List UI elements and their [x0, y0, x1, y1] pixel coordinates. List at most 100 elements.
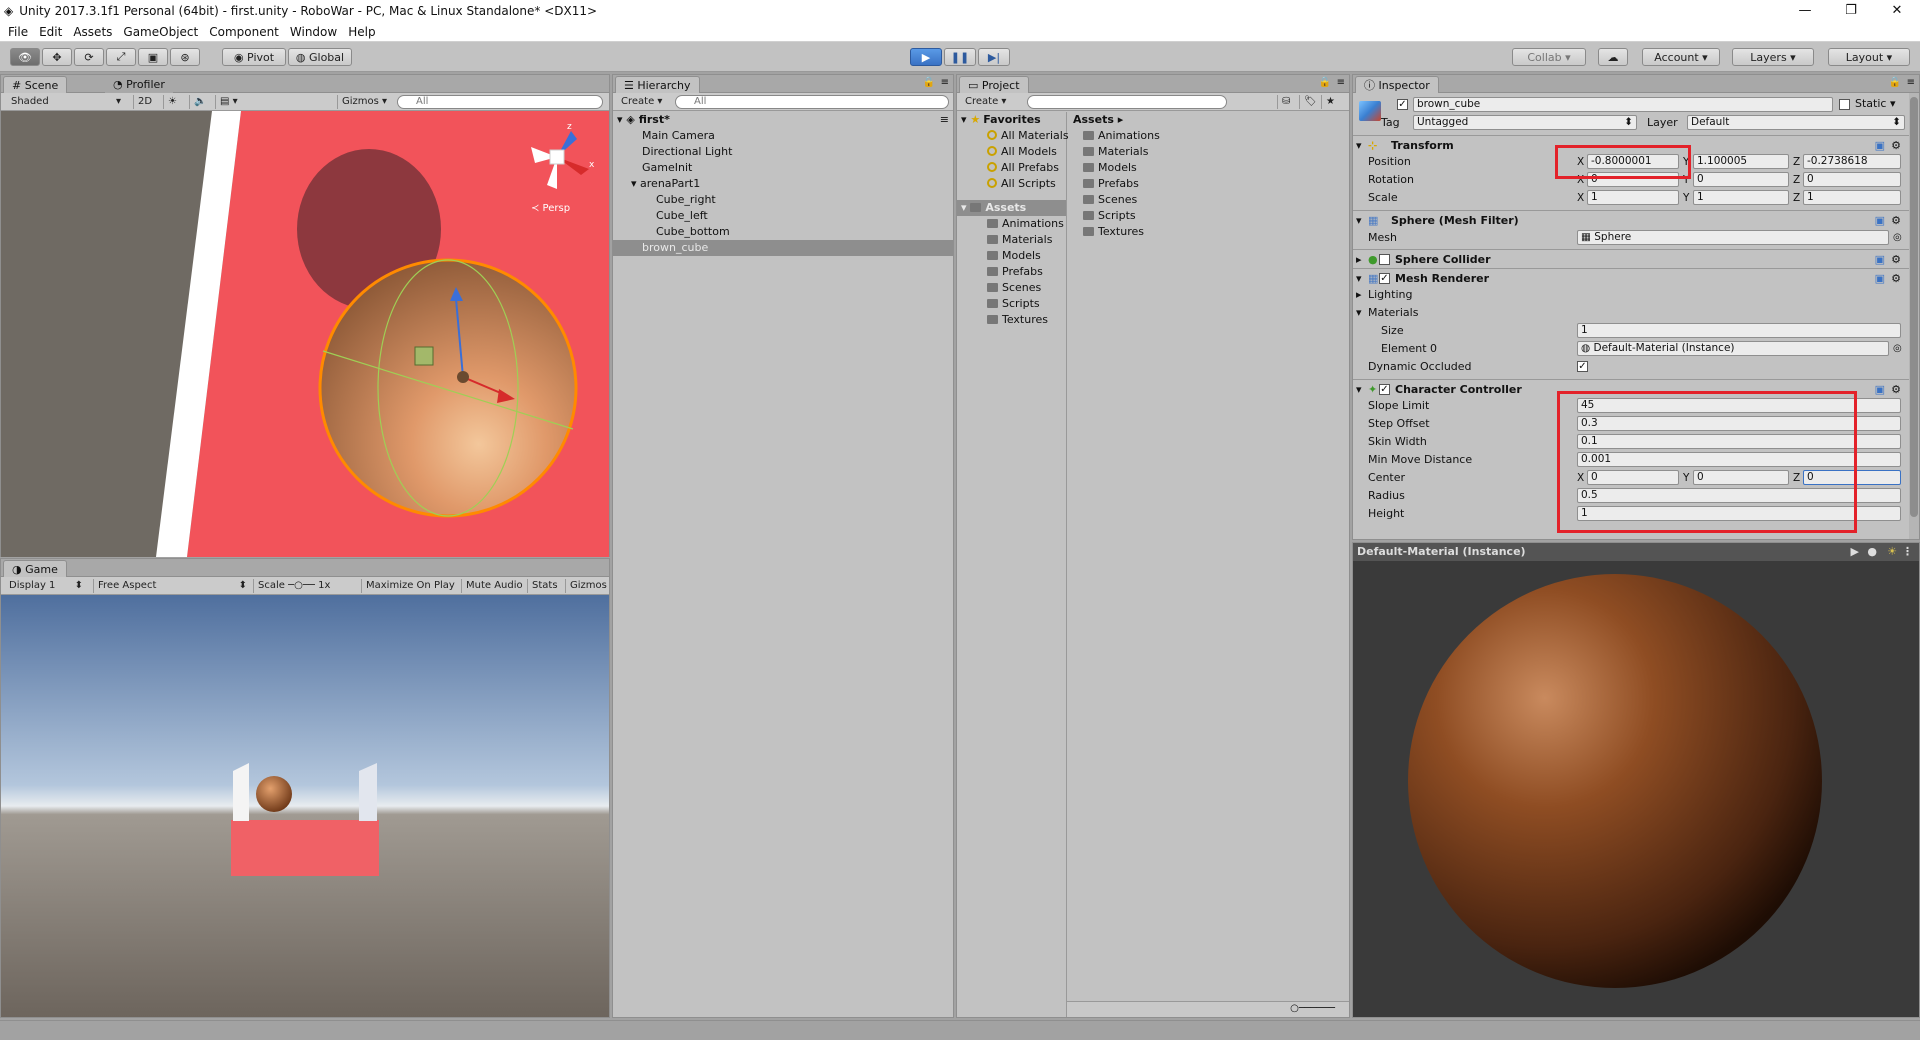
- layer-dropdown[interactable]: Default ⬍: [1687, 115, 1905, 130]
- preview-light-icon[interactable]: ☀: [1887, 543, 1897, 561]
- asset-folder-item[interactable]: Models: [957, 248, 1066, 264]
- materials-foldout[interactable]: ▾ Materials: [1353, 304, 1909, 322]
- layers-dropdown[interactable]: Layers ▾: [1732, 48, 1814, 66]
- rotation-z-field[interactable]: 0: [1803, 172, 1901, 187]
- foldout-arrow-icon[interactable]: ▾: [1356, 211, 1362, 230]
- asset-list-item[interactable]: Textures: [1069, 224, 1349, 240]
- renderer-enabled-checkbox[interactable]: ✓: [1379, 273, 1390, 284]
- asset-list-item[interactable]: Materials: [1069, 144, 1349, 160]
- menu-component[interactable]: Component: [209, 25, 279, 39]
- position-y-field[interactable]: 1.100005: [1693, 154, 1789, 169]
- project-create-button[interactable]: Create ▾: [961, 95, 1010, 109]
- favorite-item[interactable]: All Prefabs: [957, 160, 1066, 176]
- pause-button[interactable]: ❚❚: [944, 48, 976, 66]
- asset-list-item[interactable]: Scenes: [1069, 192, 1349, 208]
- display-dropdown[interactable]: Display 1 ⬍: [5, 579, 87, 593]
- step-button[interactable]: ▶|: [978, 48, 1010, 66]
- object-name-field[interactable]: brown_cube: [1413, 97, 1833, 112]
- lock-icon[interactable]: 🔒: [923, 77, 935, 88]
- global-toggle[interactable]: ◍ Global: [288, 48, 352, 66]
- static-checkbox[interactable]: [1839, 99, 1850, 110]
- scale-y-field[interactable]: 1: [1693, 190, 1789, 205]
- mesh-field[interactable]: ▦ Sphere: [1577, 230, 1889, 245]
- foldout-arrow-icon[interactable]: ▾: [1356, 304, 1362, 322]
- hierarchy-item-brown-cube[interactable]: brown_cube: [613, 240, 953, 256]
- menu-gameobject[interactable]: GameObject: [123, 25, 198, 39]
- scale-tool-button[interactable]: ⤢: [106, 48, 136, 66]
- asset-list-item[interactable]: Scripts: [1069, 208, 1349, 224]
- asset-folder-item[interactable]: Animations: [957, 216, 1066, 232]
- assets-root-item[interactable]: ▾ Assets: [957, 200, 1066, 216]
- hierarchy-item-cube-bottom[interactable]: Cube_bottom: [613, 224, 953, 240]
- component-settings-gear-icon[interactable]: ⚙: [1891, 211, 1901, 230]
- scene-search-input[interactable]: All: [397, 95, 603, 109]
- hierarchy-item-cube-right[interactable]: Cube_right: [613, 192, 953, 208]
- preview-play-icon[interactable]: ▶: [1851, 543, 1859, 561]
- filter-type-icon[interactable]: ⛁: [1277, 95, 1294, 109]
- material-preview-sphere[interactable]: [1353, 561, 1919, 1017]
- hierarchy-item-gameinit[interactable]: GameInit: [613, 160, 953, 176]
- asset-list-item[interactable]: Models: [1069, 160, 1349, 176]
- persp-label[interactable]: ≺ Persp: [531, 203, 570, 214]
- panel-menu-icon[interactable]: ≡: [1337, 77, 1345, 88]
- foldout-arrow-icon[interactable]: ▸: [1356, 286, 1362, 304]
- transform-tool-button[interactable]: ⊛: [170, 48, 200, 66]
- hierarchy-search-input[interactable]: All: [675, 95, 949, 109]
- lighting-foldout[interactable]: ▸ Lighting: [1353, 286, 1909, 304]
- preview-shape-icon[interactable]: ●: [1867, 543, 1877, 561]
- layout-dropdown[interactable]: Layout ▾: [1828, 48, 1910, 66]
- lock-icon[interactable]: 🔒: [1889, 77, 1901, 88]
- shading-dropdown[interactable]: Shaded ▾: [7, 95, 125, 109]
- expand-arrow-icon[interactable]: ▾: [617, 113, 623, 126]
- asset-list-item[interactable]: Animations: [1069, 128, 1349, 144]
- game-viewport[interactable]: [1, 595, 609, 1017]
- scale-x-field[interactable]: 1: [1587, 190, 1679, 205]
- play-button[interactable]: ▶: [910, 48, 942, 66]
- favorite-item[interactable]: All Materials: [957, 128, 1069, 144]
- hierarchy-item-arenapart1[interactable]: ▾ arenaPart1: [613, 176, 953, 192]
- tab-game[interactable]: ◑ Game: [3, 560, 67, 577]
- audio-toggle-icon[interactable]: 🔈: [189, 95, 210, 109]
- position-z-field[interactable]: -0.2738618: [1803, 154, 1901, 169]
- tab-project[interactable]: ▭ Project: [959, 76, 1029, 93]
- scale-z-field[interactable]: 1: [1803, 190, 1901, 205]
- controller-enabled-checkbox[interactable]: ✓: [1379, 384, 1390, 395]
- hand-tool-button[interactable]: 👁: [10, 48, 40, 66]
- tab-profiler[interactable]: ◔ Profiler: [105, 76, 173, 93]
- dynamic-occluded-checkbox[interactable]: ✓: [1577, 361, 1588, 372]
- static-dropdown[interactable]: Static ▾: [1855, 97, 1895, 110]
- scene-root-item[interactable]: ▾ ◈ first* ≡: [613, 112, 953, 128]
- favorite-star-icon[interactable]: ★: [1321, 95, 1339, 109]
- effects-dropdown-icon[interactable]: ▤ ▾: [215, 95, 242, 109]
- menu-file[interactable]: File: [8, 25, 28, 39]
- panel-menu-icon[interactable]: ≡: [1907, 77, 1915, 88]
- cloud-button[interactable]: ☁: [1598, 48, 1628, 66]
- help-book-icon[interactable]: ▣: [1875, 250, 1885, 269]
- menu-window[interactable]: Window: [290, 25, 337, 39]
- pivot-handle[interactable]: [457, 371, 469, 383]
- lighting-toggle-icon[interactable]: ☀: [163, 95, 181, 109]
- icon-size-slider[interactable]: ○──────: [1290, 1003, 1335, 1014]
- close-button[interactable]: ✕: [1874, 0, 1920, 22]
- asset-folder-item[interactable]: Scenes: [957, 280, 1066, 296]
- object-picker-icon[interactable]: ◎: [1893, 340, 1902, 358]
- asset-folder-item[interactable]: Scripts: [957, 296, 1066, 312]
- lock-icon[interactable]: 🔒: [1319, 77, 1331, 88]
- sphere-object[interactable]: [318, 258, 578, 518]
- mesh-filter-header[interactable]: ▾ ▦ Sphere (Mesh Filter) ▣ ⚙: [1353, 210, 1909, 229]
- scale-slider[interactable]: Scale ─○── 1x: [253, 579, 359, 593]
- foldout-arrow-icon[interactable]: ▸: [1356, 250, 1362, 269]
- favorites-header[interactable]: ▾ ★ Favorites: [957, 112, 1066, 128]
- gizmos-dropdown[interactable]: Gizmos ▾: [337, 95, 391, 109]
- asset-folder-item[interactable]: Prefabs: [957, 264, 1066, 280]
- component-settings-gear-icon[interactable]: ⚙: [1891, 250, 1901, 269]
- rotation-y-field[interactable]: 0: [1693, 172, 1789, 187]
- aspect-dropdown[interactable]: Free Aspect ⬍: [93, 579, 251, 593]
- rotate-tool-button[interactable]: ⟳: [74, 48, 104, 66]
- maximize-on-play-toggle[interactable]: Maximize On Play: [361, 579, 459, 593]
- account-dropdown[interactable]: Account ▾: [1642, 48, 1720, 66]
- 2d-toggle[interactable]: 2D: [133, 95, 156, 109]
- restore-button[interactable]: ❐: [1828, 0, 1874, 22]
- sphere-collider-header[interactable]: ▸ ● Sphere Collider ▣ ⚙: [1353, 249, 1909, 268]
- collider-enabled-checkbox[interactable]: [1379, 254, 1390, 265]
